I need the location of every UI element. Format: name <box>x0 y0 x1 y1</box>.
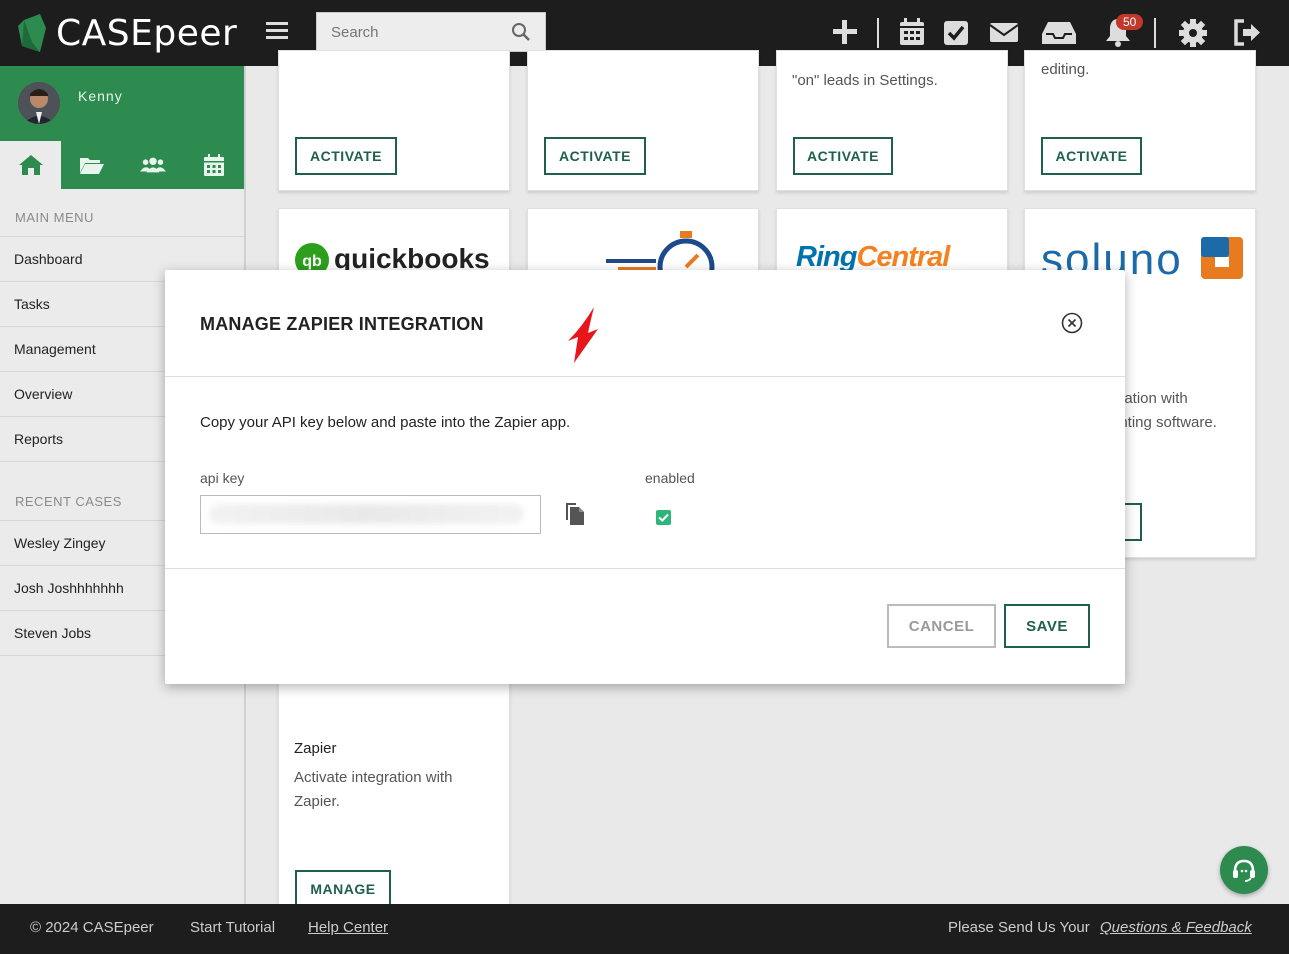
modal-description: Copy your API key below and paste into t… <box>200 414 571 431</box>
modal-footer: CANCEL SAVE <box>165 569 1125 683</box>
enabled-checkbox[interactable] <box>656 510 671 525</box>
help-center-link[interactable]: Help Center <box>308 919 388 936</box>
start-tutorial-link[interactable]: Start Tutorial <box>190 919 275 936</box>
support-chat-button[interactable] <box>1220 846 1268 894</box>
headset-icon <box>1233 859 1255 882</box>
questions-feedback-link[interactable]: Questions & Feedback <box>1100 919 1252 936</box>
modal-body: Copy your API key below and paste into t… <box>165 307 1125 569</box>
modal-title: MANAGE ZAPIER INTEGRATION <box>200 314 484 334</box>
feedback-prefix-text: Please Send Us Your <box>948 919 1090 936</box>
modal-header: MANAGE ZAPIER INTEGRATION <box>165 270 1125 377</box>
save-button[interactable]: SAVE <box>1004 604 1090 648</box>
red-arrow-annotation-icon <box>568 307 598 363</box>
close-icon[interactable] <box>1061 312 1083 334</box>
footer: © 2024 CASEpeer Start Tutorial Help Cent… <box>0 904 1289 954</box>
api-key-label: api key <box>200 470 245 486</box>
copyright-text: © 2024 CASEpeer <box>30 919 154 936</box>
cancel-button[interactable]: CANCEL <box>887 604 996 648</box>
checkmark-icon <box>658 513 669 522</box>
copy-icon[interactable] <box>564 501 586 527</box>
enabled-label: enabled <box>645 470 695 486</box>
api-key-redacted <box>209 504 524 524</box>
manage-zapier-modal: MANAGE ZAPIER INTEGRATION Copy your API … <box>165 270 1125 684</box>
